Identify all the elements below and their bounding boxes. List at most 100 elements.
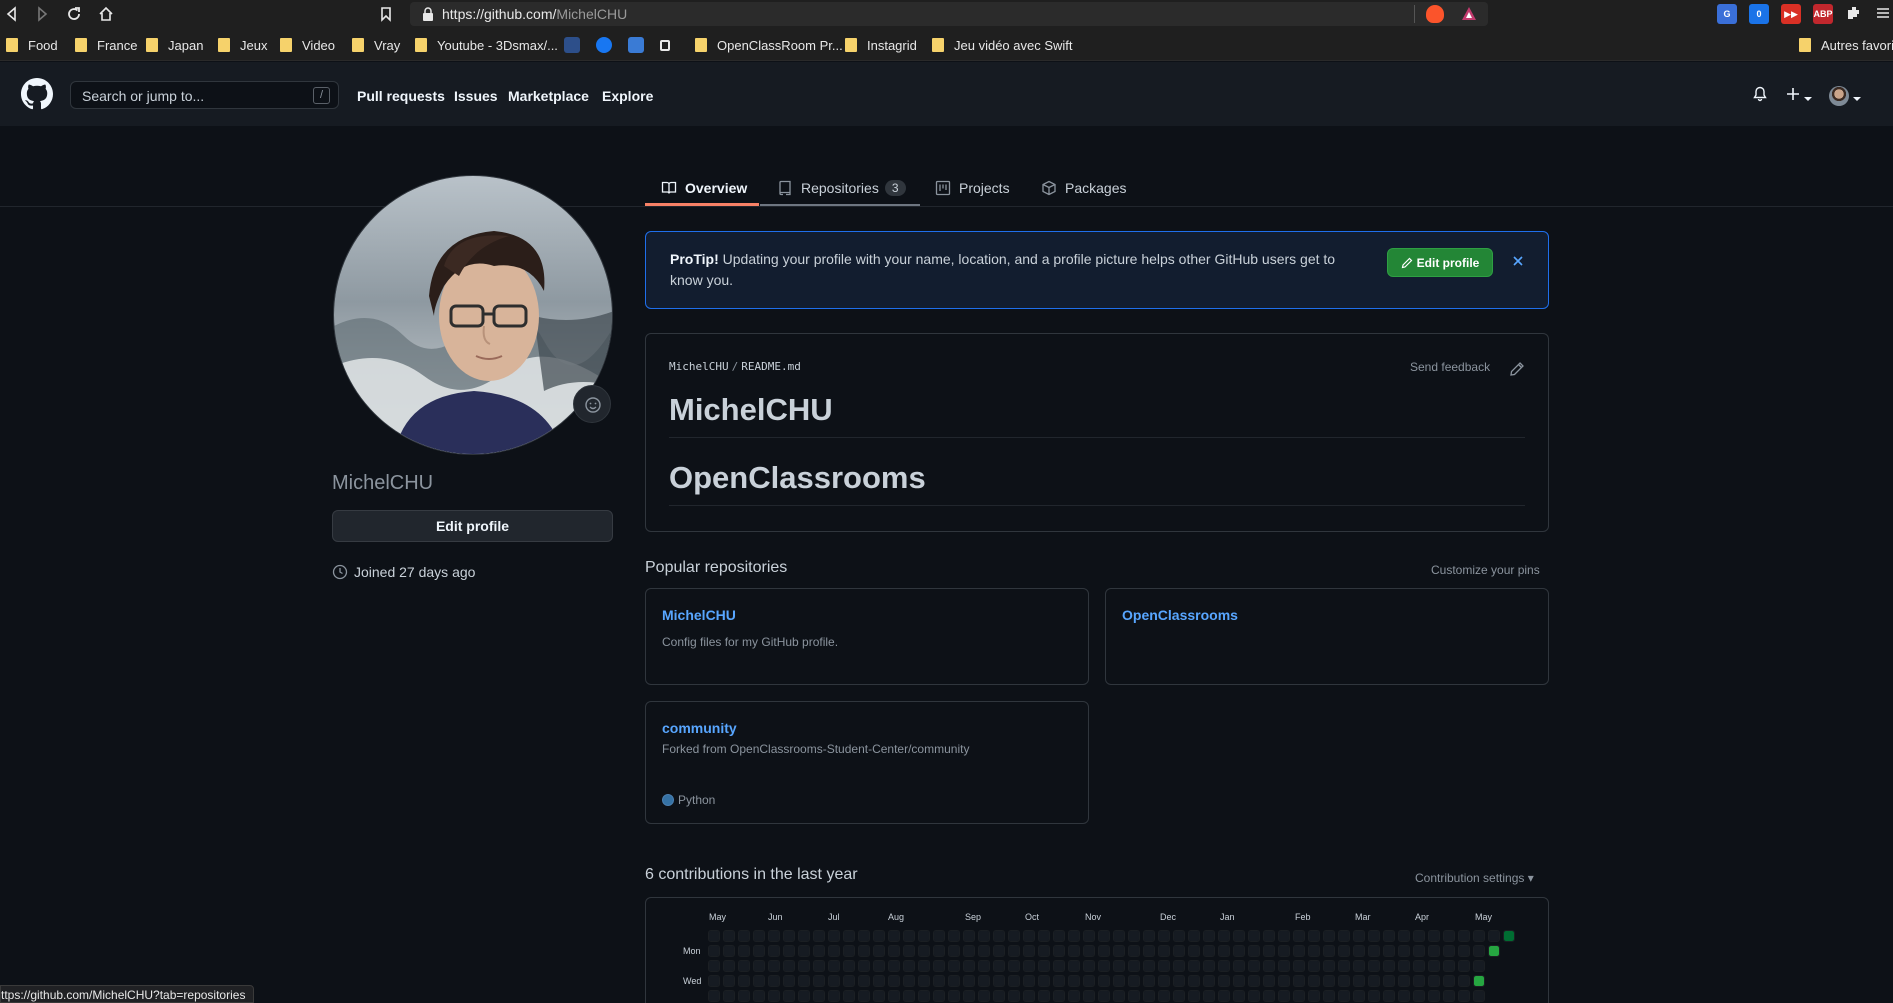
contribution-day-cell[interactable] [1323, 990, 1335, 1002]
contribution-day-cell[interactable] [1353, 990, 1365, 1002]
nav-issues[interactable]: Issues [454, 88, 498, 104]
contribution-day-cell[interactable] [1248, 960, 1260, 972]
contribution-day-cell[interactable] [1308, 930, 1320, 942]
contribution-day-cell[interactable] [948, 975, 960, 987]
back-icon[interactable] [2, 4, 22, 24]
bookmark-lock-site[interactable] [660, 36, 676, 54]
contribution-day-cell[interactable] [1218, 930, 1230, 942]
contribution-day-cell[interactable] [933, 960, 945, 972]
contribution-day-cell[interactable] [1233, 930, 1245, 942]
contribution-day-cell[interactable] [1143, 975, 1155, 987]
contribution-day-cell[interactable] [1458, 930, 1470, 942]
contribution-day-cell[interactable] [963, 960, 975, 972]
contribution-day-cell[interactable] [1128, 945, 1140, 957]
bookmark-folder-youtube[interactable]: Youtube - 3Dsmax/... [415, 36, 558, 54]
contribution-day-cell[interactable] [1233, 975, 1245, 987]
contribution-day-cell[interactable] [1188, 945, 1200, 957]
contribution-day-cell[interactable] [918, 960, 930, 972]
contribution-day-cell[interactable] [1113, 975, 1125, 987]
home-icon[interactable] [96, 4, 116, 24]
contribution-day-cell[interactable] [1053, 975, 1065, 987]
contribution-day-cell[interactable] [1308, 960, 1320, 972]
contribution-day-cell[interactable] [1083, 930, 1095, 942]
contribution-day-cell[interactable] [1503, 930, 1515, 942]
contribution-day-cell[interactable] [738, 930, 750, 942]
contribution-day-cell[interactable] [1443, 960, 1455, 972]
contribution-day-cell[interactable] [1188, 975, 1200, 987]
contribution-day-cell[interactable] [723, 975, 735, 987]
bookmark-folder-openclassroom[interactable]: OpenClassRoom Pr... [695, 36, 843, 54]
contribution-day-cell[interactable] [1053, 960, 1065, 972]
contribution-day-cell[interactable] [1263, 930, 1275, 942]
contribution-day-cell[interactable] [753, 990, 765, 1002]
contribution-day-cell[interactable] [768, 930, 780, 942]
contribution-day-cell[interactable] [828, 975, 840, 987]
contribution-day-cell[interactable] [1398, 930, 1410, 942]
contribution-day-cell[interactable] [903, 945, 915, 957]
contribution-day-cell[interactable] [1488, 945, 1500, 957]
contribution-day-cell[interactable] [1293, 990, 1305, 1002]
contribution-day-cell[interactable] [723, 990, 735, 1002]
contribution-day-cell[interactable] [1023, 975, 1035, 987]
contribution-day-cell[interactable] [708, 990, 720, 1002]
contribution-day-cell[interactable] [798, 960, 810, 972]
contribution-day-cell[interactable] [873, 990, 885, 1002]
tab-overview[interactable]: Overview [661, 170, 747, 206]
contribution-day-cell[interactable] [1023, 990, 1035, 1002]
contribution-day-cell[interactable] [738, 990, 750, 1002]
contribution-day-cell[interactable] [768, 975, 780, 987]
contribution-day-cell[interactable] [1158, 975, 1170, 987]
contribution-day-cell[interactable] [978, 930, 990, 942]
bookmark-folder-vray[interactable]: Vray [352, 36, 400, 54]
contribution-day-cell[interactable] [1398, 990, 1410, 1002]
contribution-day-cell[interactable] [1158, 945, 1170, 957]
contribution-day-cell[interactable] [1413, 990, 1425, 1002]
contribution-day-cell[interactable] [1428, 975, 1440, 987]
contribution-day-cell[interactable] [1308, 975, 1320, 987]
contribution-day-cell[interactable] [843, 990, 855, 1002]
contribution-day-cell[interactable] [1038, 960, 1050, 972]
contribution-day-cell[interactable] [753, 945, 765, 957]
contribution-day-cell[interactable] [1458, 990, 1470, 1002]
contribution-day-cell[interactable] [828, 960, 840, 972]
contribution-day-cell[interactable] [783, 930, 795, 942]
contribution-day-cell[interactable] [978, 960, 990, 972]
nav-marketplace[interactable]: Marketplace [508, 88, 589, 104]
contribution-day-cell[interactable] [1278, 960, 1290, 972]
adblock-plus-icon[interactable]: ABP [1813, 4, 1833, 24]
contribution-day-cell[interactable] [723, 945, 735, 957]
contribution-day-cell[interactable] [1203, 990, 1215, 1002]
bookmark-rm-site[interactable] [564, 36, 586, 54]
contribution-day-cell[interactable] [783, 960, 795, 972]
forward-icon[interactable] [32, 4, 52, 24]
notifications-bell-icon[interactable] [1752, 86, 1768, 102]
contribution-day-cell[interactable] [903, 960, 915, 972]
contribution-day-cell[interactable] [888, 930, 900, 942]
contribution-day-cell[interactable] [903, 990, 915, 1002]
contribution-day-cell[interactable] [1038, 990, 1050, 1002]
contribution-day-cell[interactable] [1038, 930, 1050, 942]
contribution-day-cell[interactable] [1278, 990, 1290, 1002]
contribution-day-cell[interactable] [1008, 960, 1020, 972]
contribution-day-cell[interactable] [873, 975, 885, 987]
contribution-day-cell[interactable] [948, 945, 960, 957]
contribution-day-cell[interactable] [708, 930, 720, 942]
contribution-day-cell[interactable] [1473, 930, 1485, 942]
contribution-day-cell[interactable] [1023, 930, 1035, 942]
contribution-day-cell[interactable] [708, 960, 720, 972]
contribution-day-cell[interactable] [963, 990, 975, 1002]
contribution-day-cell[interactable] [1413, 975, 1425, 987]
contribution-day-cell[interactable] [963, 945, 975, 957]
contribution-day-cell[interactable] [798, 990, 810, 1002]
contribution-day-cell[interactable] [753, 975, 765, 987]
bookmark-facebook[interactable] [596, 36, 618, 54]
contribution-day-cell[interactable] [1473, 945, 1485, 957]
contribution-day-cell[interactable] [738, 960, 750, 972]
contribution-day-cell[interactable] [963, 975, 975, 987]
contribution-day-cell[interactable] [1443, 975, 1455, 987]
contribution-day-cell[interactable] [933, 990, 945, 1002]
contribution-day-cell[interactable] [888, 975, 900, 987]
contribution-day-cell[interactable] [843, 930, 855, 942]
contribution-day-cell[interactable] [708, 975, 720, 987]
customize-pins-link[interactable]: Customize your pins [1431, 563, 1540, 577]
